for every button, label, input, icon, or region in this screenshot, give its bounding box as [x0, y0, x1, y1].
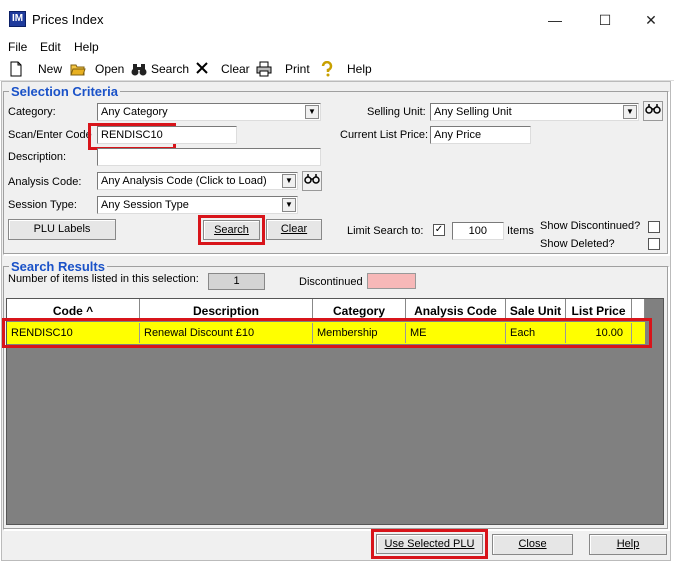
selling-unit-label: Selling Unit: — [367, 106, 426, 118]
limit-search-input[interactable]: 100 — [452, 222, 504, 240]
show-deleted-label: Show Deleted? — [540, 238, 615, 250]
help-question-icon[interactable] — [319, 60, 335, 77]
show-discontinued-label: Show Discontinued? — [540, 220, 641, 232]
toolbar-new-button[interactable]: New — [38, 62, 62, 76]
description-input[interactable] — [97, 148, 321, 166]
toolbar-clear-button[interactable]: Clear — [221, 62, 250, 76]
close-button-label: Close — [518, 538, 547, 550]
scan-code-input[interactable]: RENDISC10 — [97, 126, 237, 144]
items-label: Items — [507, 225, 534, 237]
menu-edit[interactable]: Edit — [40, 40, 61, 54]
menu-bar — [0, 37, 674, 56]
toolbar-search-button[interactable]: Search — [151, 62, 189, 76]
result-count-value: 1 — [208, 273, 265, 290]
session-type-label: Session Type: — [8, 199, 77, 211]
plu-labels-button[interactable]: PLU Labels — [8, 219, 116, 240]
menu-file[interactable]: File — [8, 40, 27, 54]
analysis-binoculars-icon[interactable] — [302, 171, 322, 191]
list-price-input[interactable]: Any Price — [430, 126, 531, 144]
menu-help[interactable]: Help — [74, 40, 99, 54]
chevron-down-icon[interactable]: ▼ — [282, 198, 296, 212]
printer-icon[interactable] — [256, 61, 272, 77]
discontinued-legend-swatch — [367, 273, 416, 289]
chevron-down-icon[interactable]: ▼ — [305, 105, 319, 119]
list-price-label: Current List Price: — [340, 129, 429, 141]
row-highlight — [2, 318, 652, 348]
description-label: Description: — [8, 151, 67, 163]
new-document-icon[interactable] — [8, 61, 24, 77]
clear-x-icon[interactable] — [194, 61, 210, 77]
limit-search-checkbox[interactable]: ✓ — [433, 224, 445, 236]
search-button-label: Search — [214, 224, 249, 236]
clear-button[interactable]: Clear — [266, 219, 322, 240]
clear-button-label: Clear — [280, 223, 308, 235]
analysis-code-label: Analysis Code: — [8, 176, 82, 188]
toolbar-help-button[interactable]: Help — [347, 62, 372, 76]
help-button[interactable]: Help — [589, 534, 667, 555]
category-label: Category: — [8, 106, 56, 118]
result-count-label: Number of items listed in this selection… — [8, 273, 199, 285]
search-button[interactable]: Search — [203, 220, 260, 240]
close-icon[interactable]: ✕ — [636, 8, 666, 32]
minimize-icon[interactable]: — — [540, 8, 570, 32]
category-select[interactable]: Any Category ▼ — [97, 103, 321, 121]
show-deleted-checkbox[interactable] — [648, 238, 660, 250]
toolbar-open-button[interactable]: Open — [95, 62, 124, 76]
search-results-title: Search Results — [9, 259, 107, 274]
maximize-icon[interactable]: ☐ — [590, 8, 620, 32]
chevron-down-icon[interactable]: ▼ — [282, 174, 296, 188]
analysis-code-value: Any Analysis Code (Click to Load) — [101, 175, 267, 187]
help-button-label: Help — [616, 538, 640, 550]
analysis-code-select[interactable]: Any Analysis Code (Click to Load) ▼ — [97, 172, 298, 190]
discontinued-legend-label: Discontinued — [299, 276, 363, 288]
app-icon: IM — [9, 11, 26, 27]
selection-criteria-title: Selection Criteria — [9, 84, 120, 99]
close-button[interactable]: Close — [492, 534, 573, 555]
show-discontinued-checkbox[interactable] — [648, 221, 660, 233]
binoculars-icon[interactable] — [131, 61, 147, 77]
use-selected-plu-label: Use Selected PLU — [384, 538, 475, 550]
session-type-value: Any Session Type — [101, 199, 189, 211]
selling-unit-value: Any Selling Unit — [434, 106, 512, 118]
chevron-down-icon[interactable]: ▼ — [623, 105, 637, 119]
category-value: Any Category — [101, 106, 168, 118]
open-folder-icon[interactable] — [70, 61, 86, 77]
toolbar-print-button[interactable]: Print — [285, 62, 310, 76]
use-selected-plu-button[interactable]: Use Selected PLU — [376, 534, 483, 554]
session-type-select[interactable]: Any Session Type ▼ — [97, 196, 298, 214]
scan-code-label: Scan/Enter Code — [8, 129, 92, 141]
limit-search-label: Limit Search to: — [347, 225, 424, 237]
window-title: Prices Index — [32, 12, 104, 27]
selling-unit-select[interactable]: Any Selling Unit ▼ — [430, 103, 639, 121]
selling-unit-binoculars-icon[interactable] — [643, 101, 663, 121]
